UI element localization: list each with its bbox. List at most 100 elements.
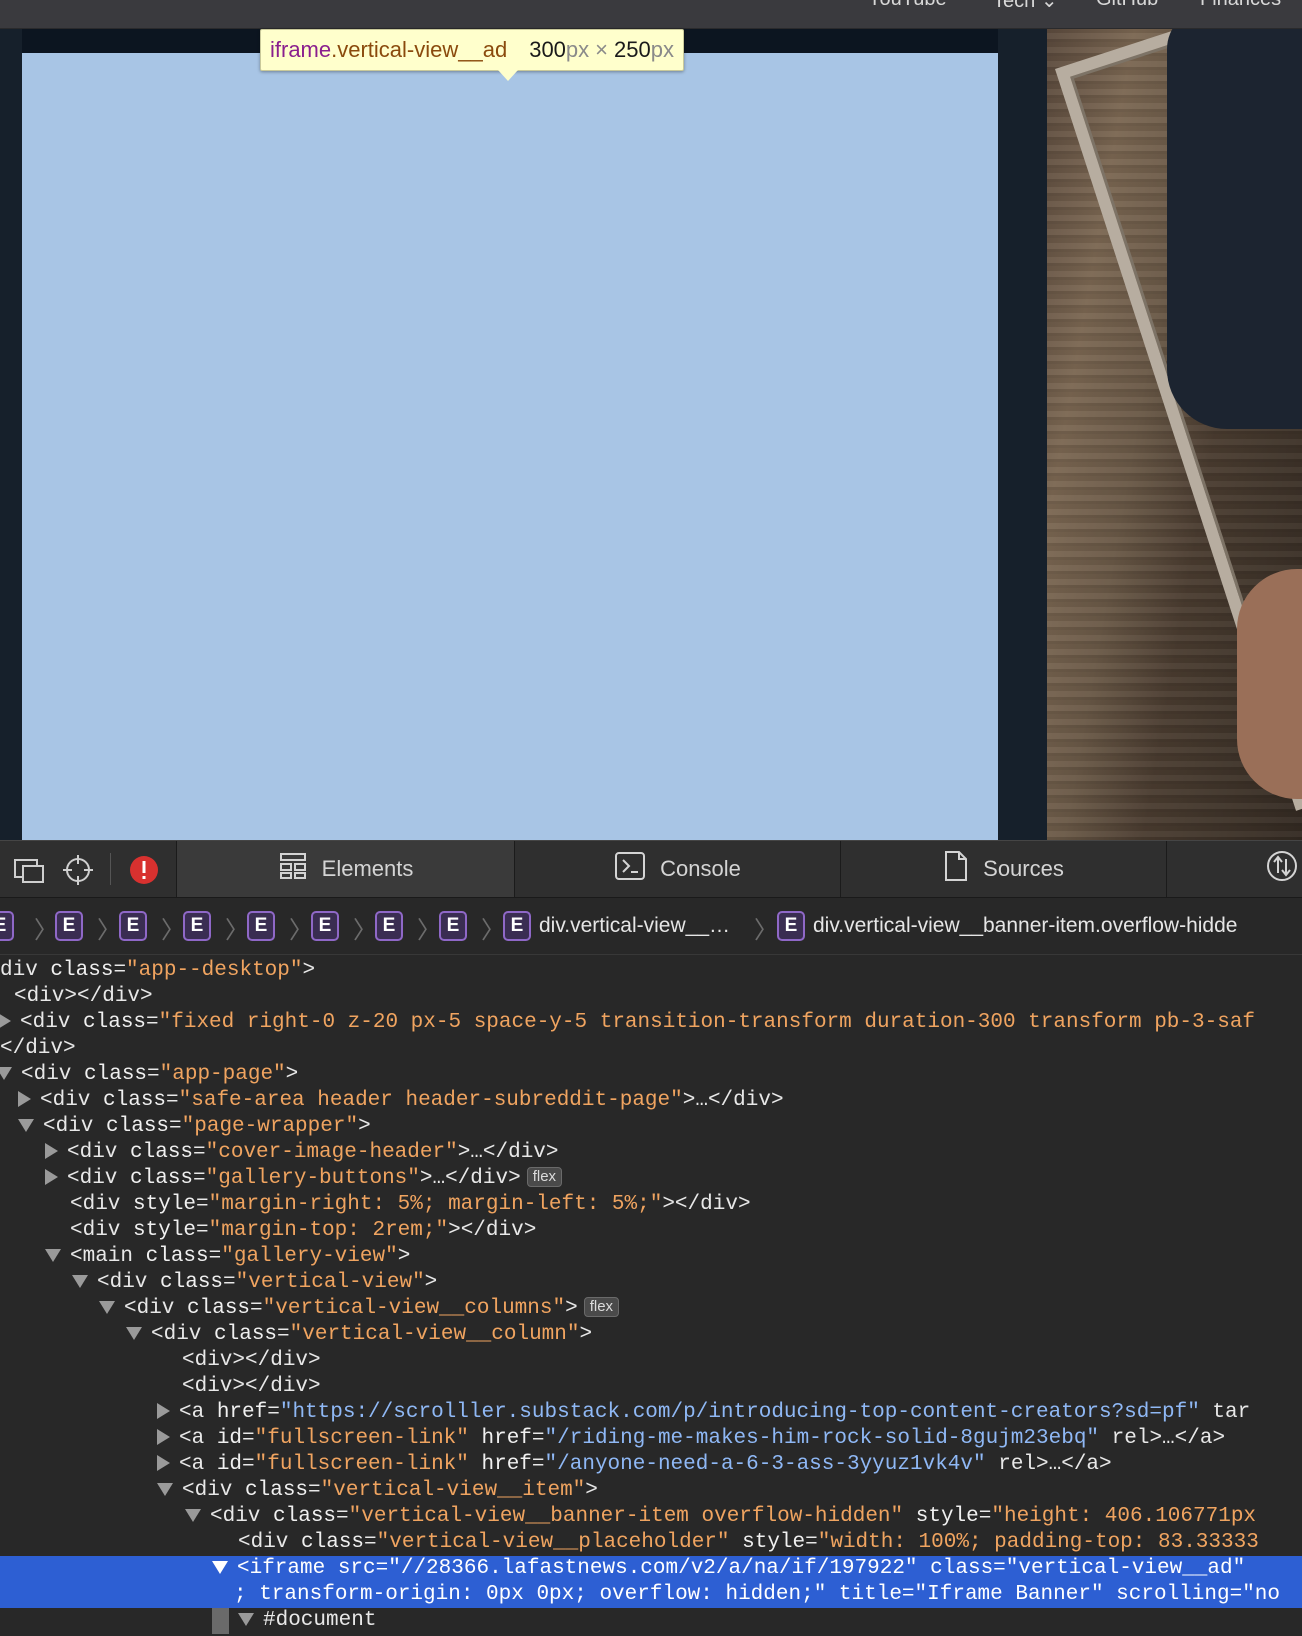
element-badge-icon: E [503,911,531,941]
gallery-image[interactable] [1047,29,1302,840]
dom-tree: div class="app--desktop"> <div></div> <div… [0,955,1302,1636]
nav-link-github[interactable]: GitHub [1096,0,1158,11]
dom-node-row[interactable]: <div class="vertical-view__column"> [0,1322,1302,1348]
dom-node-content: <div class="fixed right-0 z-20 px-5 spac… [0,1010,1255,1036]
dom-node-row[interactable]: <div class="vertical-view__columns"> flex [0,1296,1302,1322]
breadcrumb-item-current[interactable]: Ediv.vertical-view__banner-item.overflow… [777,910,1237,942]
breadcrumb-item[interactable]: E [375,910,403,942]
dom-node-row[interactable]: </div> [0,1036,1302,1062]
disclosure-closed-icon[interactable] [157,1429,170,1446]
dom-node-row[interactable]: <div class="vertical-view__placeholder" … [0,1530,1302,1556]
flex-badge[interactable]: flex [526,1167,563,1188]
dom-node-text: <div class="vertical-view__banner-item o… [210,1505,1257,1528]
dom-node-row-selected[interactable]: <iframe src="//28366.lafastnews.com/v2/a… [0,1556,1302,1582]
dom-node-row[interactable]: <div></div> [0,1348,1302,1374]
dom-node-row[interactable]: <div class="safe-area header header-subr… [0,1088,1302,1114]
chevron-down-icon: ⌄ [1040,0,1058,12]
tab-console[interactable]: Console [514,841,840,897]
dom-node-row[interactable]: <div class="vertical-view"> [0,1270,1302,1296]
disclosure-closed-icon[interactable] [157,1455,170,1472]
dom-node-row[interactable]: <div style="margin-right: 5%; margin-lef… [0,1192,1302,1218]
flex-badge[interactable]: flex [583,1297,620,1318]
dom-node-row[interactable]: <div class="cover-image-header">…</div> [0,1140,1302,1166]
tooltip-width-unit: px [565,37,590,62]
dom-node-content: <div class="safe-area header header-subr… [18,1088,784,1114]
dom-node-text: <div class="vertical-view__placeholder" … [238,1531,1259,1554]
dom-node-row-selected[interactable]: ; transform-origin: 0px 0px; overflow: h… [0,1582,1302,1608]
nav-link-tech[interactable]: Tech ⌄ [993,0,1058,13]
dom-node-row[interactable]: <div style="margin-top: 2rem;"></div> [0,1218,1302,1244]
dom-node-content: <div class="vertical-view__column"> [126,1322,592,1348]
column-gutter [998,29,1047,840]
dom-node-text: <div class="fixed right-0 z-20 px-5 spac… [20,1011,1256,1034]
disclosure-open-icon[interactable] [0,1066,12,1080]
dom-node-row[interactable]: <main class="gallery-view"> [0,1244,1302,1270]
breadcrumb-item[interactable]: E [119,910,147,942]
element-picker-icon[interactable] [61,853,95,887]
site-top-nav: YouTube Tech ⌄ GitHub Finances [0,0,1302,29]
dom-node-row[interactable]: <div class="app-page"> [0,1062,1302,1088]
disclosure-open-icon[interactable] [99,1300,115,1314]
disclosure-open-icon[interactable] [157,1482,173,1496]
dom-node-content: <div class="vertical-view__item"> [157,1478,598,1504]
dom-node-content: <div class="gallery-buttons">…</div> flex [45,1166,563,1192]
dom-node-row[interactable]: <div class="gallery-buttons">…</div> flex [0,1166,1302,1192]
dom-node-row[interactable]: <div class="vertical-view__banner-item o… [0,1504,1302,1530]
tab-elements[interactable]: Elements [176,841,514,897]
dom-node-row[interactable]: <div class="vertical-view__item"> [0,1478,1302,1504]
breadcrumb-separator-icon: 〉 [417,917,441,944]
dom-node-content: div class="app--desktop"> [0,958,315,984]
tab-sources[interactable]: Sources [840,841,1166,897]
nav-link-finances[interactable]: Finances [1200,0,1281,11]
breadcrumb-item[interactable]: E [55,910,83,942]
disclosure-open-icon[interactable] [185,1508,201,1522]
dom-node-text: <a id="fullscreen-link" href="/anyone-ne… [179,1453,1112,1476]
breadcrumb-separator-icon: 〉 [289,917,313,944]
dom-node-row[interactable]: <div class="page-wrapper"> [0,1114,1302,1140]
disclosure-closed-icon[interactable] [45,1169,58,1186]
dom-node-row[interactable]: <div></div> [0,1374,1302,1400]
disclosure-open-icon[interactable] [45,1248,61,1262]
dom-node-text: <iframe src="//28366.lafastnews.com/v2/a… [237,1557,1246,1580]
disclosure-open-icon[interactable] [18,1118,34,1132]
tooltip-times: × [595,37,609,62]
disclosure-open-icon[interactable] [212,1560,228,1574]
dom-node-text: ; transform-origin: 0px 0px; overflow: h… [234,1583,1281,1606]
tooltip-height-unit: px [650,37,674,62]
breadcrumb-item[interactable]: Ediv.vertical-view__… [503,910,730,942]
breadcrumb-item[interactable]: E [247,910,275,942]
dom-node-content: <div style="margin-right: 5%; margin-lef… [70,1192,751,1218]
breadcrumb-item[interactable]: E [439,910,467,942]
disclosure-closed-icon[interactable] [18,1091,31,1108]
nav-link-youtube[interactable]: YouTube [868,0,947,11]
breadcrumb-item[interactable]: E [0,910,14,942]
disclosure-open-icon[interactable] [72,1274,88,1288]
dom-node-row[interactable]: <div></div> [0,984,1302,1010]
dom-node-content: #document [238,1608,376,1634]
dom-node-row[interactable]: div class="app--desktop"> [0,958,1302,984]
tab-network[interactable] [1166,841,1302,897]
disclosure-closed-icon[interactable] [45,1143,58,1160]
page-viewport [0,29,1302,840]
disclosure-closed-icon[interactable] [157,1403,170,1420]
dom-node-text: </div> [0,1037,76,1060]
element-badge-icon: E [119,911,147,941]
dom-node-content: <div></div> [182,1348,321,1374]
breadcrumb-label: div.vertical-view__… [539,914,730,937]
disclosure-open-icon[interactable] [238,1612,254,1626]
dom-node-row[interactable]: <a id="fullscreen-link" href="/riding-me… [0,1426,1302,1452]
dom-node-text: <div class="cover-image-header">…</div> [67,1141,559,1164]
error-icon[interactable] [127,853,161,887]
dom-node-row[interactable]: <div class="fixed right-0 z-20 px-5 spac… [0,1010,1302,1036]
dom-node-row[interactable]: <a id="fullscreen-link" href="/anyone-ne… [0,1452,1302,1478]
responsive-mode-icon[interactable] [12,853,46,887]
disclosure-closed-icon[interactable] [0,1013,11,1030]
dom-node-row[interactable]: <a href="https://scrolller.substack.com/… [0,1400,1302,1426]
inspected-iframe-highlight [22,53,998,840]
disclosure-open-icon[interactable] [126,1326,142,1340]
breadcrumb-item[interactable]: E [183,910,211,942]
dom-node-content: <div></div> [182,1374,321,1400]
tab-console-label: Console [660,856,741,881]
dom-node-row[interactable]: #document [0,1608,1302,1634]
breadcrumb-item[interactable]: E [311,910,339,942]
